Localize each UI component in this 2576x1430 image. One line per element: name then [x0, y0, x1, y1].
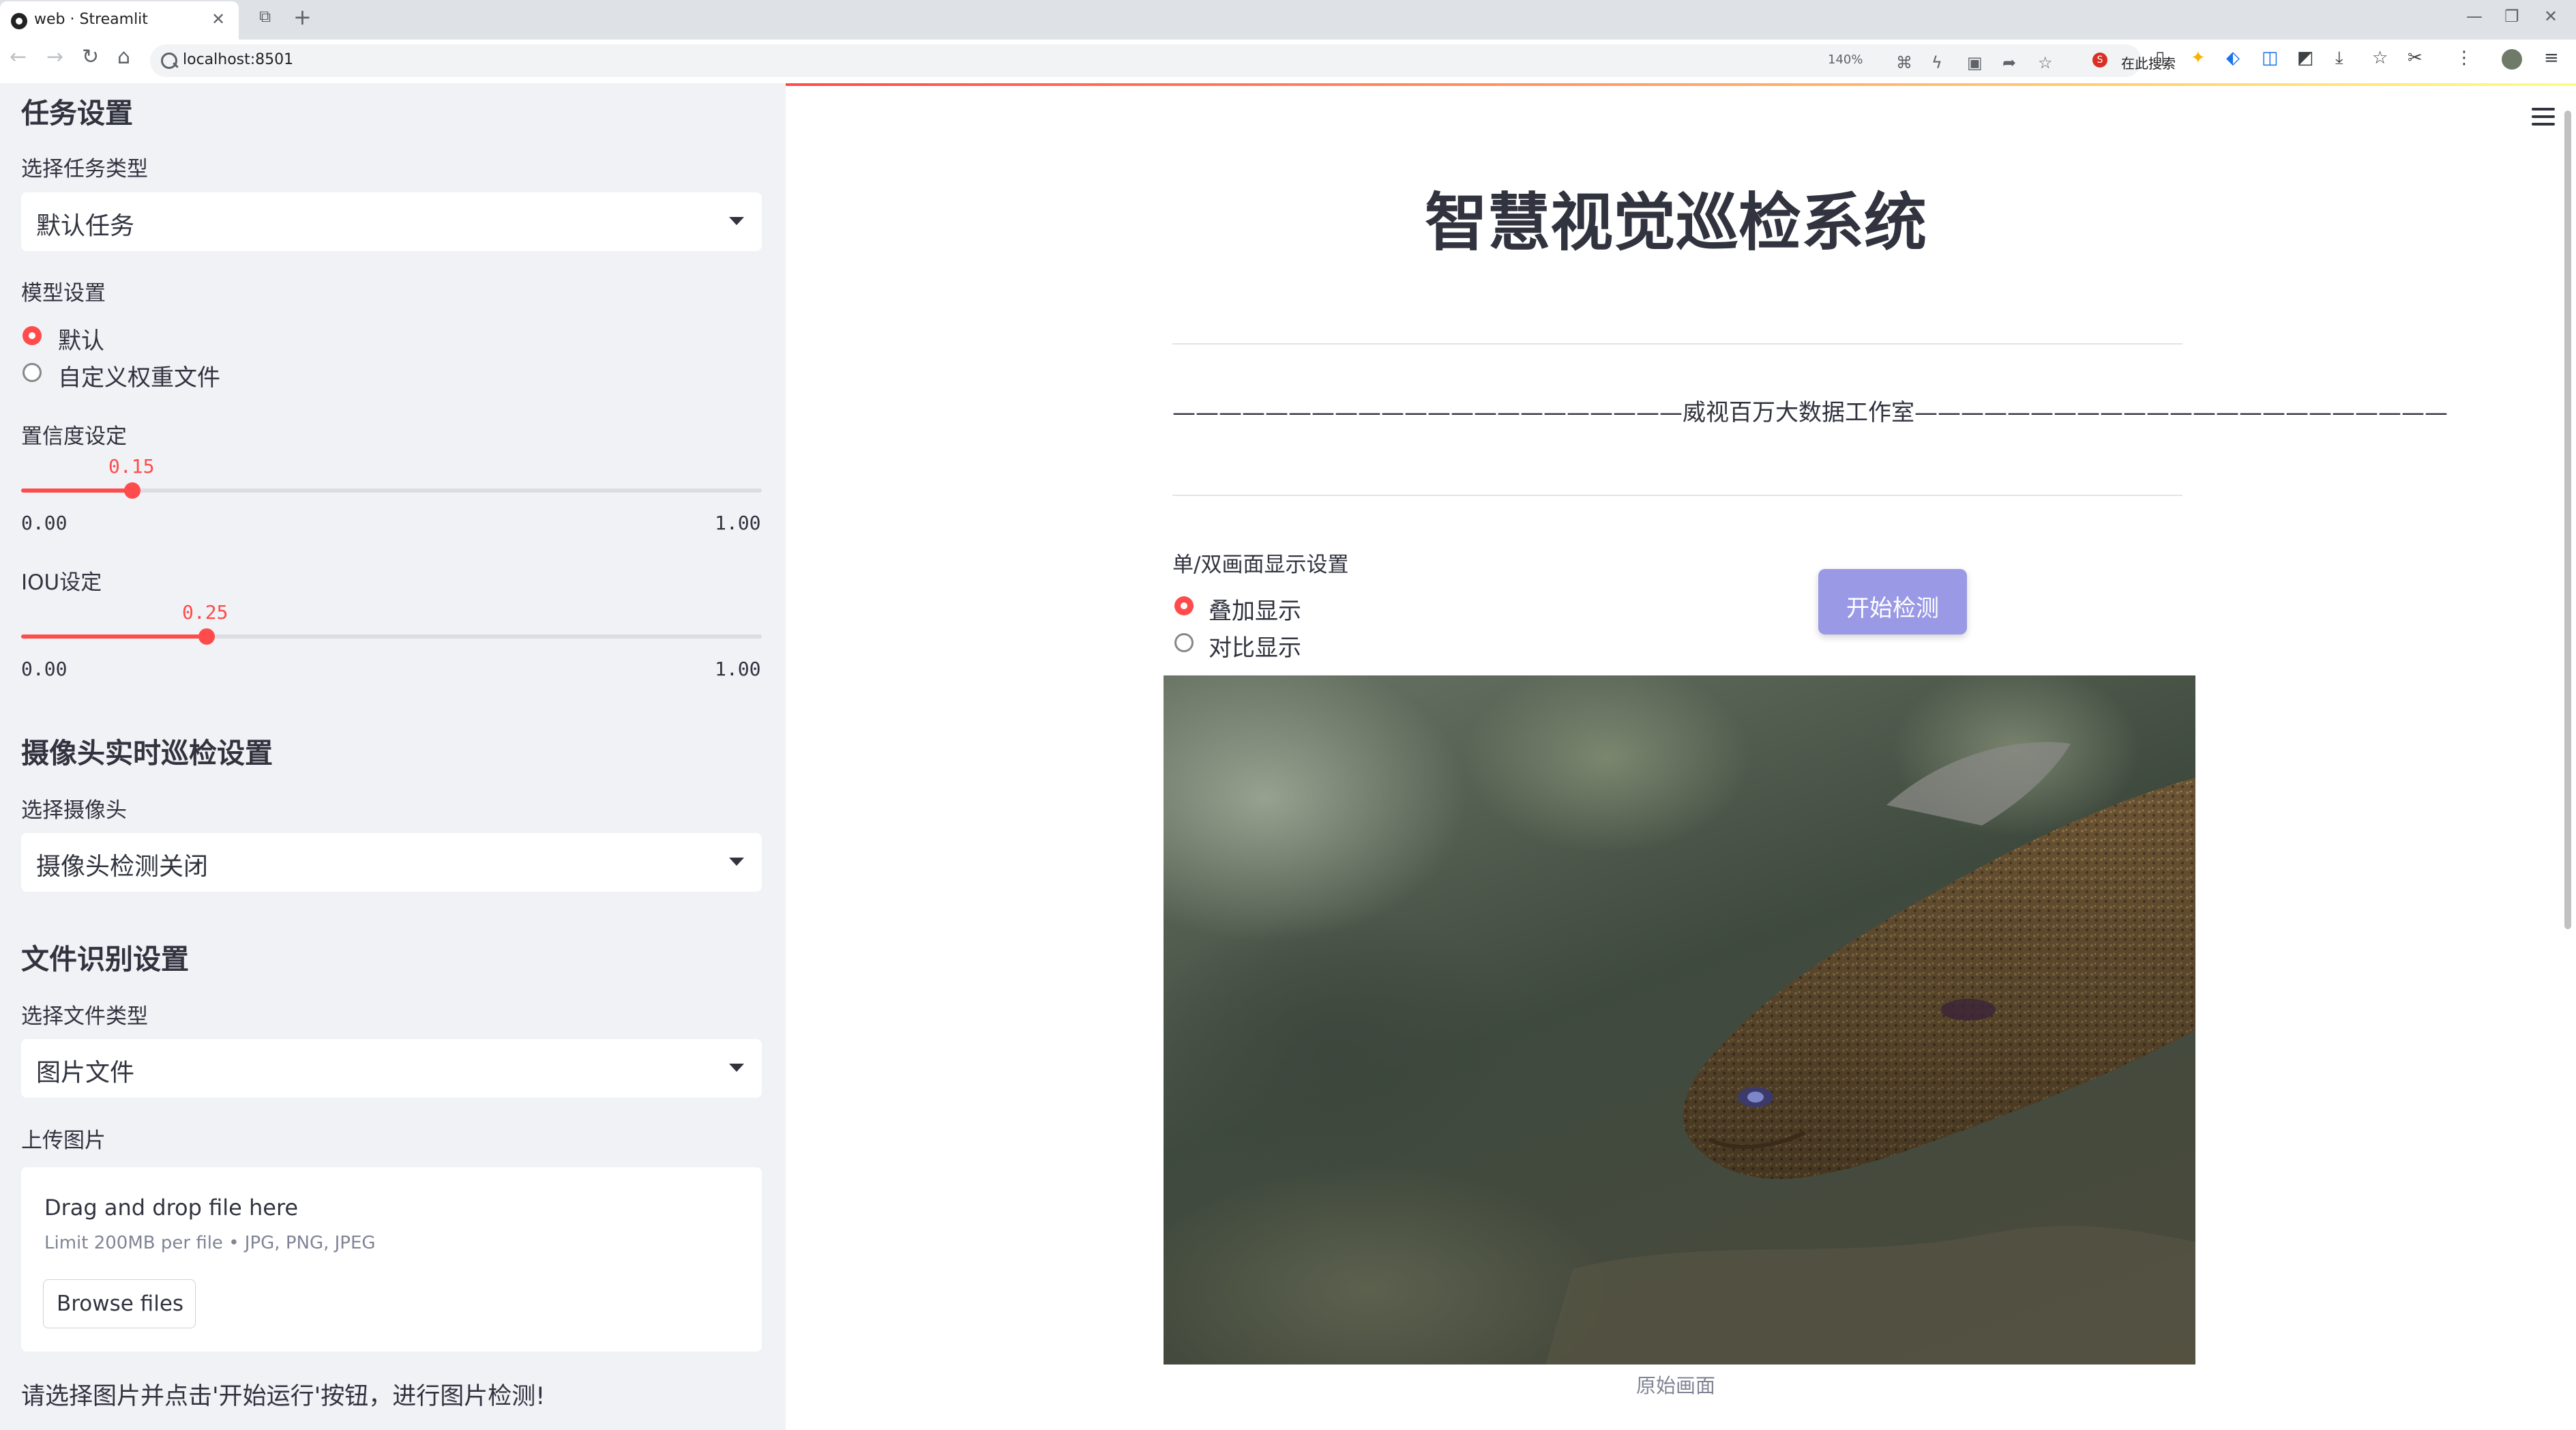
chevron-down-icon: [729, 217, 744, 225]
reload-icon[interactable]: ↻: [82, 45, 99, 69]
confidence-label: 置信度设定: [21, 424, 127, 449]
tab-title: web · Streamlit: [34, 11, 148, 28]
streamlit-favicon-icon: [11, 13, 27, 29]
screenshot-icon[interactable]: ▣: [1967, 53, 1983, 72]
start-detection-label: 开始检测: [1846, 595, 1939, 622]
hamburger-menu-icon[interactable]: [2532, 108, 2555, 126]
confidence-min: 0.00: [21, 512, 68, 534]
extension-icon[interactable]: ⬖: [2226, 48, 2240, 68]
view-radio-compare[interactable]: [1174, 633, 1194, 652]
divider-top: [1172, 343, 2182, 345]
browse-files-label: Browse files: [56, 1292, 184, 1316]
extension-icon[interactable]: ◫: [2262, 48, 2279, 68]
file-type-select[interactable]: 图片文件: [21, 1039, 762, 1098]
new-tab-icon[interactable]: +: [293, 4, 312, 30]
search-engine-box[interactable]: S 在此搜索: [2087, 50, 2292, 73]
top-decoration: [786, 83, 2576, 86]
lightning-icon[interactable]: ϟ: [1931, 53, 1942, 72]
task-section-title: 任务设置: [21, 97, 133, 130]
model-radio-custom[interactable]: [23, 363, 42, 382]
page-title: 智慧视觉巡检系统: [1424, 186, 1927, 259]
camera-select[interactable]: 摄像头检测关闭: [21, 833, 762, 892]
forward-icon[interactable]: →: [46, 45, 63, 69]
tab-groups-icon[interactable]: ⧉: [259, 7, 271, 26]
camera-section-title: 摄像头实时巡检设置: [21, 737, 273, 770]
file-type-label: 选择文件类型: [21, 1004, 148, 1029]
studio-banner: ——————————————————————威视百万大数据工作室————————…: [1172, 399, 2448, 426]
confidence-max: 1.00: [715, 512, 761, 534]
browse-files-button[interactable]: Browse files: [43, 1279, 196, 1328]
divider-bottom: [1172, 495, 2182, 496]
bookmark-star-icon[interactable]: ☆: [2038, 53, 2053, 72]
share-icon[interactable]: ➦: [2002, 53, 2016, 72]
search-engine-logo-icon: S: [2092, 53, 2107, 68]
model-option-default[interactable]: 默认: [58, 322, 104, 355]
dropzone-limit: Limit 200MB per file • JPG, PNG, JPEG: [44, 1233, 376, 1253]
search-icon: [161, 53, 177, 69]
extension-icon[interactable]: ✦: [2191, 48, 2206, 68]
restore-icon[interactable]: ❐: [2504, 7, 2519, 26]
scissors-icon[interactable]: ✂: [2408, 48, 2423, 68]
upload-hint: 请选择图片并点击'开始运行'按钮，进行图片检测!: [21, 1383, 546, 1410]
model-option-custom[interactable]: 自定义权重文件: [58, 359, 220, 392]
extension-icon[interactable]: ◩: [2297, 48, 2314, 68]
view-option-compare[interactable]: 对比显示: [1209, 629, 1301, 662]
file-dropzone[interactable]: Drag and drop file here Limit 200MB per …: [21, 1167, 762, 1352]
iou-slider-thumb[interactable]: [198, 628, 215, 645]
camera-label: 选择摄像头: [21, 798, 127, 823]
iou-label: IOU设定: [21, 570, 102, 595]
view-option-overlay[interactable]: 叠加显示: [1209, 592, 1301, 626]
phone-icon[interactable]: ▯: [2155, 48, 2165, 68]
favorites-star-icon[interactable]: ☆: [2372, 48, 2388, 68]
browser-tabstrip: web · Streamlit ✕ ⧉ + — ❐ ✕: [0, 0, 2576, 40]
confidence-slider-thumb[interactable]: [123, 482, 140, 499]
translate-icon[interactable]: ⌘: [1896, 53, 1912, 72]
profile-avatar[interactable]: [2502, 49, 2522, 70]
chevron-down-icon: [729, 858, 744, 866]
browser-tab[interactable]: web · Streamlit ✕: [0, 1, 239, 40]
download-icon[interactable]: ⤓: [2335, 48, 2343, 69]
search-engine-placeholder: 在此搜索: [2121, 55, 2176, 72]
upload-label: 上传图片: [21, 1128, 106, 1153]
window-close-icon[interactable]: ✕: [2544, 7, 2558, 26]
iou-min: 0.00: [21, 658, 68, 680]
browser-toolbar: ← → ↻ ⌂ localhost:8501 140% ⌘ ϟ ▣ ➦ ☆ S …: [0, 40, 2576, 84]
more-menu-icon[interactable]: ⋮: [2455, 48, 2473, 68]
confidence-slider-fill: [21, 488, 132, 493]
task-type-value: 默认任务: [36, 212, 135, 240]
main-scrollbar[interactable]: [2564, 111, 2571, 929]
model-label: 模型设置: [21, 281, 106, 306]
file-section-title: 文件识别设置: [21, 943, 189, 976]
minimize-icon[interactable]: —: [2466, 7, 2483, 26]
dropzone-title: Drag and drop file here: [44, 1195, 299, 1221]
sidebar: 任务设置 选择任务类型 默认任务 模型设置 默认 自定义权重文件 置信度设定 0…: [0, 83, 786, 1430]
camera-value: 摄像头检测关闭: [36, 853, 209, 881]
home-icon[interactable]: ⌂: [117, 45, 130, 69]
confidence-value: 0.15: [108, 455, 155, 478]
view-mode-label: 单/双画面显示设置: [1172, 553, 1349, 577]
zoom-indicator[interactable]: 140%: [1828, 53, 1863, 67]
url-text: localhost:8501: [183, 51, 294, 68]
iou-max: 1.00: [715, 658, 761, 680]
iou-slider-fill: [21, 634, 207, 639]
address-bar[interactable]: localhost:8501 140% ⌘ ϟ ▣ ➦ ☆ S 在此搜索: [150, 44, 2176, 77]
eel-photo-illustration: [1545, 742, 2195, 1365]
chevron-down-icon: [729, 1064, 744, 1072]
task-type-label: 选择任务类型: [21, 157, 148, 181]
view-radio-overlay[interactable]: [1174, 596, 1194, 615]
task-type-select[interactable]: 默认任务: [21, 192, 762, 251]
iou-value: 0.25: [182, 601, 228, 624]
main-content: 智慧视觉巡检系统 ——————————————————————威视百万大数据工作…: [786, 83, 2576, 1430]
tab-close-icon[interactable]: ✕: [211, 10, 225, 29]
model-radio-default[interactable]: [23, 326, 42, 345]
file-type-value: 图片文件: [36, 1059, 135, 1087]
back-icon[interactable]: ←: [10, 45, 27, 69]
start-detection-button[interactable]: 开始检测: [1818, 569, 1967, 634]
browser-menu-icon[interactable]: ≡: [2544, 48, 2559, 68]
image-caption: 原始画面: [1635, 1374, 1715, 1397]
original-image: [1164, 675, 2195, 1365]
